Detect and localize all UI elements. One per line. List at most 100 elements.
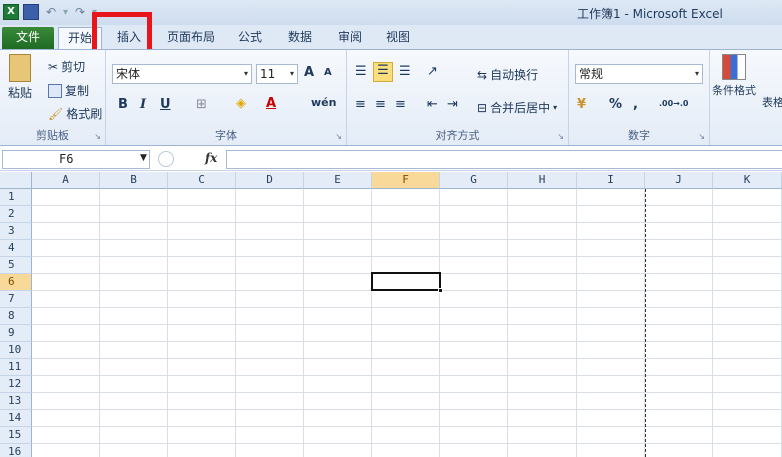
align-top-icon[interactable]: ☰ [355,64,367,79]
phonetic-button[interactable]: wén [311,96,336,109]
decrease-indent-icon[interactable]: ⇤ [427,97,438,112]
align-bottom-icon[interactable]: ☰ [399,64,411,79]
column-header[interactable]: E [304,172,372,189]
undo-icon[interactable]: ↶ [43,4,59,20]
row-header[interactable]: 16 [0,444,32,457]
column-header[interactable]: B [100,172,168,189]
align-left-icon[interactable]: ≡ [355,97,366,112]
gridline [371,189,372,457]
gridline [576,189,577,457]
italic-button[interactable]: I [140,97,146,112]
alignment-group-label: 对齐方式 [435,129,480,142]
chevron-down-icon[interactable]: ▼ [140,153,147,163]
grow-font-button[interactable]: A [304,65,314,80]
align-center-icon[interactable]: ≡ [375,97,386,112]
column-header[interactable]: C [168,172,236,189]
paste-button[interactable]: 粘贴 [8,54,32,101]
gridline [32,443,782,444]
row-header[interactable]: 7 [0,291,32,308]
gridline [99,189,100,457]
bold-button[interactable]: B [118,97,128,112]
row-header[interactable]: 4 [0,240,32,257]
tab-view[interactable]: 视图 [380,27,416,49]
row-header[interactable]: 3 [0,223,32,240]
row-header[interactable]: 11 [0,359,32,376]
row-header[interactable]: 13 [0,393,32,410]
row-header[interactable]: 6 [0,274,32,291]
gridline [32,256,782,257]
tab-file[interactable]: 文件 [2,27,54,49]
select-all-corner[interactable] [0,172,32,189]
formula-input[interactable] [226,150,782,169]
quick-access-toolbar: X ↶ ▾ ↷ ▾ [3,4,97,20]
row-header[interactable]: 14 [0,410,32,427]
row-header[interactable]: 12 [0,376,32,393]
dropdown-arrow-icon[interactable]: ▾ [63,7,68,18]
orientation-icon[interactable]: ↗ [427,64,438,79]
dialog-launcher-icon[interactable]: ↘ [335,132,342,141]
column-header[interactable]: J [645,172,713,189]
fill-color-icon[interactable]: ◈ [236,96,246,111]
shrink-font-button[interactable]: A [324,67,332,78]
formula-cancel-icon[interactable] [158,151,174,167]
column-header[interactable]: H [508,172,577,189]
conditional-format-button[interactable]: 条件格式 [712,54,756,98]
format-painter-button[interactable]: 🖌 格式刷 [48,105,102,122]
redo-icon[interactable]: ↷ [72,4,88,20]
row-header[interactable]: 8 [0,308,32,325]
save-icon[interactable] [23,4,39,20]
merge-center-button[interactable]: ⊟ 合并后居中 ▾ [477,99,557,116]
underline-button[interactable]: U [160,97,171,112]
gridline [507,189,508,457]
borders-icon[interactable]: ⊞ [196,97,207,112]
tab-data[interactable]: 数据 [282,27,318,49]
gridline [32,239,782,240]
row-header[interactable]: 1 [0,189,32,206]
column-header[interactable]: F [372,172,440,189]
row-header[interactable]: 9 [0,325,32,342]
font-name-select[interactable]: 宋体 ▾ [112,64,252,84]
chevron-down-icon: ▾ [243,69,248,78]
name-box[interactable]: F6 [2,150,150,169]
currency-icon[interactable]: ¥ [577,97,586,112]
row-header[interactable]: 10 [0,342,32,359]
active-cell[interactable] [371,272,441,291]
wrap-text-button[interactable]: ⇆ 自动换行 [477,66,538,83]
comma-button[interactable]: , [633,97,638,112]
row-header[interactable]: 5 [0,257,32,274]
dialog-launcher-icon[interactable]: ↘ [94,132,101,141]
tab-review[interactable]: 审阅 [332,27,368,49]
row-header[interactable]: 2 [0,206,32,223]
dialog-launcher-icon[interactable]: ↘ [698,132,705,141]
format-as-table-button[interactable]: 表格 [762,94,782,110]
tab-formulas[interactable]: 公式 [232,27,268,49]
fill-handle[interactable] [438,288,443,293]
align-middle-icon[interactable]: ☰ [373,62,393,82]
align-right-icon[interactable]: ≡ [395,97,406,112]
row-header[interactable]: 15 [0,427,32,444]
column-header[interactable]: A [32,172,100,189]
gridline [32,222,782,223]
tab-page-layout[interactable]: 页面布局 [160,27,222,49]
excel-logo-icon[interactable]: X [3,4,19,20]
spreadsheet-grid[interactable]: A B C D E F G H I J K 1 2 3 4 5 6 7 8 9 10 11 12 13 14 15 16 [0,172,782,457]
gridline [712,189,713,457]
percent-button[interactable]: % [609,97,622,112]
font-color-icon[interactable]: A [266,96,276,111]
gridline [167,189,168,457]
font-size-select[interactable]: 11 ▾ [256,64,298,84]
column-header[interactable]: G [440,172,508,189]
decimal-button[interactable]: .00→.0 [659,99,688,108]
gridline [32,307,782,308]
column-header[interactable]: D [236,172,304,189]
font-group-label: 字体 [215,129,237,142]
dialog-launcher-icon[interactable]: ↘ [557,132,564,141]
increase-indent-icon[interactable]: ⇥ [447,97,458,112]
copy-button[interactable]: 复制 [48,82,89,99]
cut-button[interactable]: ✂ 剪切 [48,58,85,75]
column-header[interactable]: I [577,172,645,189]
column-header[interactable]: K [713,172,782,189]
insert-function-button[interactable]: fx [205,151,217,165]
number-format-select[interactable]: 常规 ▾ [575,64,703,84]
number-group-label: 数字 [628,129,650,142]
